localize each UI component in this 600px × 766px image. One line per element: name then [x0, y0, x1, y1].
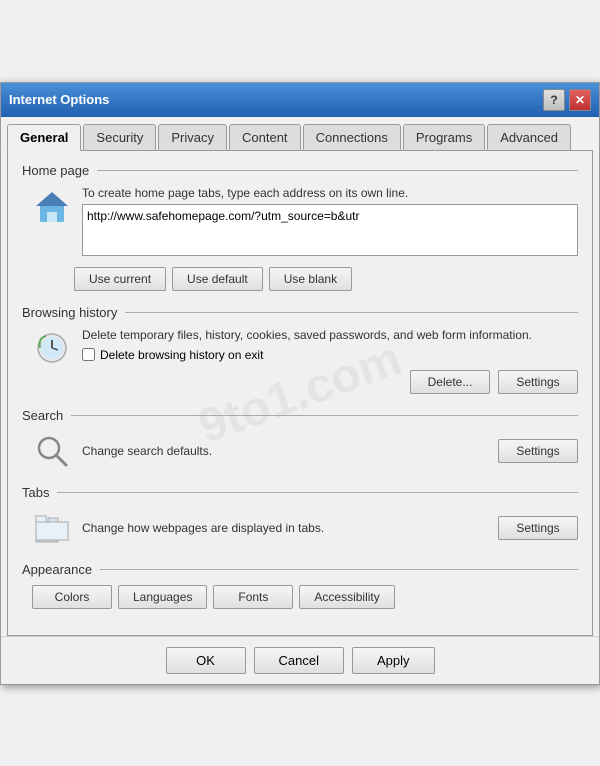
browsing-description: Delete temporary files, history, cookies…	[82, 328, 578, 342]
appearance-header: Appearance	[22, 562, 578, 577]
fonts-button[interactable]: Fonts	[213, 585, 293, 609]
browsing-history-header: Browsing history	[22, 305, 578, 320]
browsing-right: Delete temporary files, history, cookies…	[82, 328, 578, 394]
use-current-button[interactable]: Use current	[74, 267, 166, 291]
search-content: Change search defaults. Settings	[32, 431, 578, 471]
home-page-description: To create home page tabs, type each addr…	[82, 186, 578, 200]
tab-programs[interactable]: Programs	[403, 124, 485, 151]
tabs-label: Tabs	[22, 485, 49, 500]
cancel-button[interactable]: Cancel	[254, 647, 344, 674]
search-settings-button[interactable]: Settings	[498, 439, 578, 463]
delete-on-exit-row: Delete browsing history on exit	[82, 348, 578, 362]
appearance-section: Appearance Colors Languages Fonts Access…	[22, 562, 578, 609]
use-blank-button[interactable]: Use blank	[269, 267, 352, 291]
footer: OK Cancel Apply	[1, 636, 599, 684]
tab-general[interactable]: General	[7, 124, 81, 151]
home-page-content: To create home page tabs, type each addr…	[32, 186, 578, 259]
search-header: Search	[22, 408, 578, 423]
delete-on-exit-checkbox[interactable]	[82, 348, 95, 361]
search-label: Search	[22, 408, 63, 423]
browsing-settings-button[interactable]: Settings	[498, 370, 578, 394]
home-page-header: Home page	[22, 163, 578, 178]
tabs-icon	[32, 508, 72, 548]
tab-content[interactable]: Content	[229, 124, 301, 151]
help-button[interactable]: ?	[543, 89, 565, 111]
colors-button[interactable]: Colors	[32, 585, 112, 609]
tab-connections[interactable]: Connections	[303, 124, 401, 151]
languages-button[interactable]: Languages	[118, 585, 207, 609]
browsing-history-content: Delete temporary files, history, cookies…	[32, 328, 578, 394]
browsing-history-label: Browsing history	[22, 305, 117, 320]
apply-button[interactable]: Apply	[352, 647, 435, 674]
title-bar: Internet Options ? ✕	[1, 83, 599, 117]
delete-on-exit-label: Delete browsing history on exit	[100, 348, 263, 362]
search-icon	[32, 431, 72, 471]
tabs-description: Change how webpages are displayed in tab…	[82, 521, 488, 535]
tabs-content: Change how webpages are displayed in tab…	[32, 508, 578, 548]
home-page-right: To create home page tabs, type each addr…	[82, 186, 578, 259]
browsing-history-section: Browsing history Delete temporary files,…	[22, 305, 578, 394]
appearance-label: Appearance	[22, 562, 92, 577]
tab-advanced[interactable]: Advanced	[487, 124, 571, 151]
home-page-section: Home page To create home page tabs, type…	[22, 163, 578, 291]
search-section: Search Change search defaults. Settings	[22, 408, 578, 471]
close-button[interactable]: ✕	[569, 89, 591, 111]
search-description: Change search defaults.	[82, 444, 488, 458]
home-page-label: Home page	[22, 163, 89, 178]
tab-privacy[interactable]: Privacy	[158, 124, 227, 151]
window-title: Internet Options	[9, 92, 109, 107]
tab-bar: General Security Privacy Content Connect…	[1, 117, 599, 150]
home-page-url-input[interactable]	[82, 204, 578, 256]
tab-security[interactable]: Security	[83, 124, 156, 151]
appearance-buttons: Colors Languages Fonts Accessibility	[32, 585, 578, 609]
accessibility-button[interactable]: Accessibility	[299, 585, 394, 609]
tabs-header: Tabs	[22, 485, 578, 500]
internet-options-window: Internet Options ? ✕ General Security Pr…	[0, 82, 600, 685]
tab-content-area: 9to1.com Home page To create home page t…	[7, 150, 593, 636]
use-default-button[interactable]: Use default	[172, 267, 263, 291]
home-icon	[32, 186, 72, 226]
delete-button[interactable]: Delete...	[410, 370, 490, 394]
tabs-settings-button[interactable]: Settings	[498, 516, 578, 540]
history-icon	[32, 328, 72, 368]
home-page-buttons: Use current Use default Use blank	[74, 267, 578, 291]
browsing-history-buttons: Delete... Settings	[82, 370, 578, 394]
ok-button[interactable]: OK	[166, 647, 246, 674]
title-bar-controls: ? ✕	[543, 89, 591, 111]
tabs-section: Tabs Change how webpages are displayed i…	[22, 485, 578, 548]
